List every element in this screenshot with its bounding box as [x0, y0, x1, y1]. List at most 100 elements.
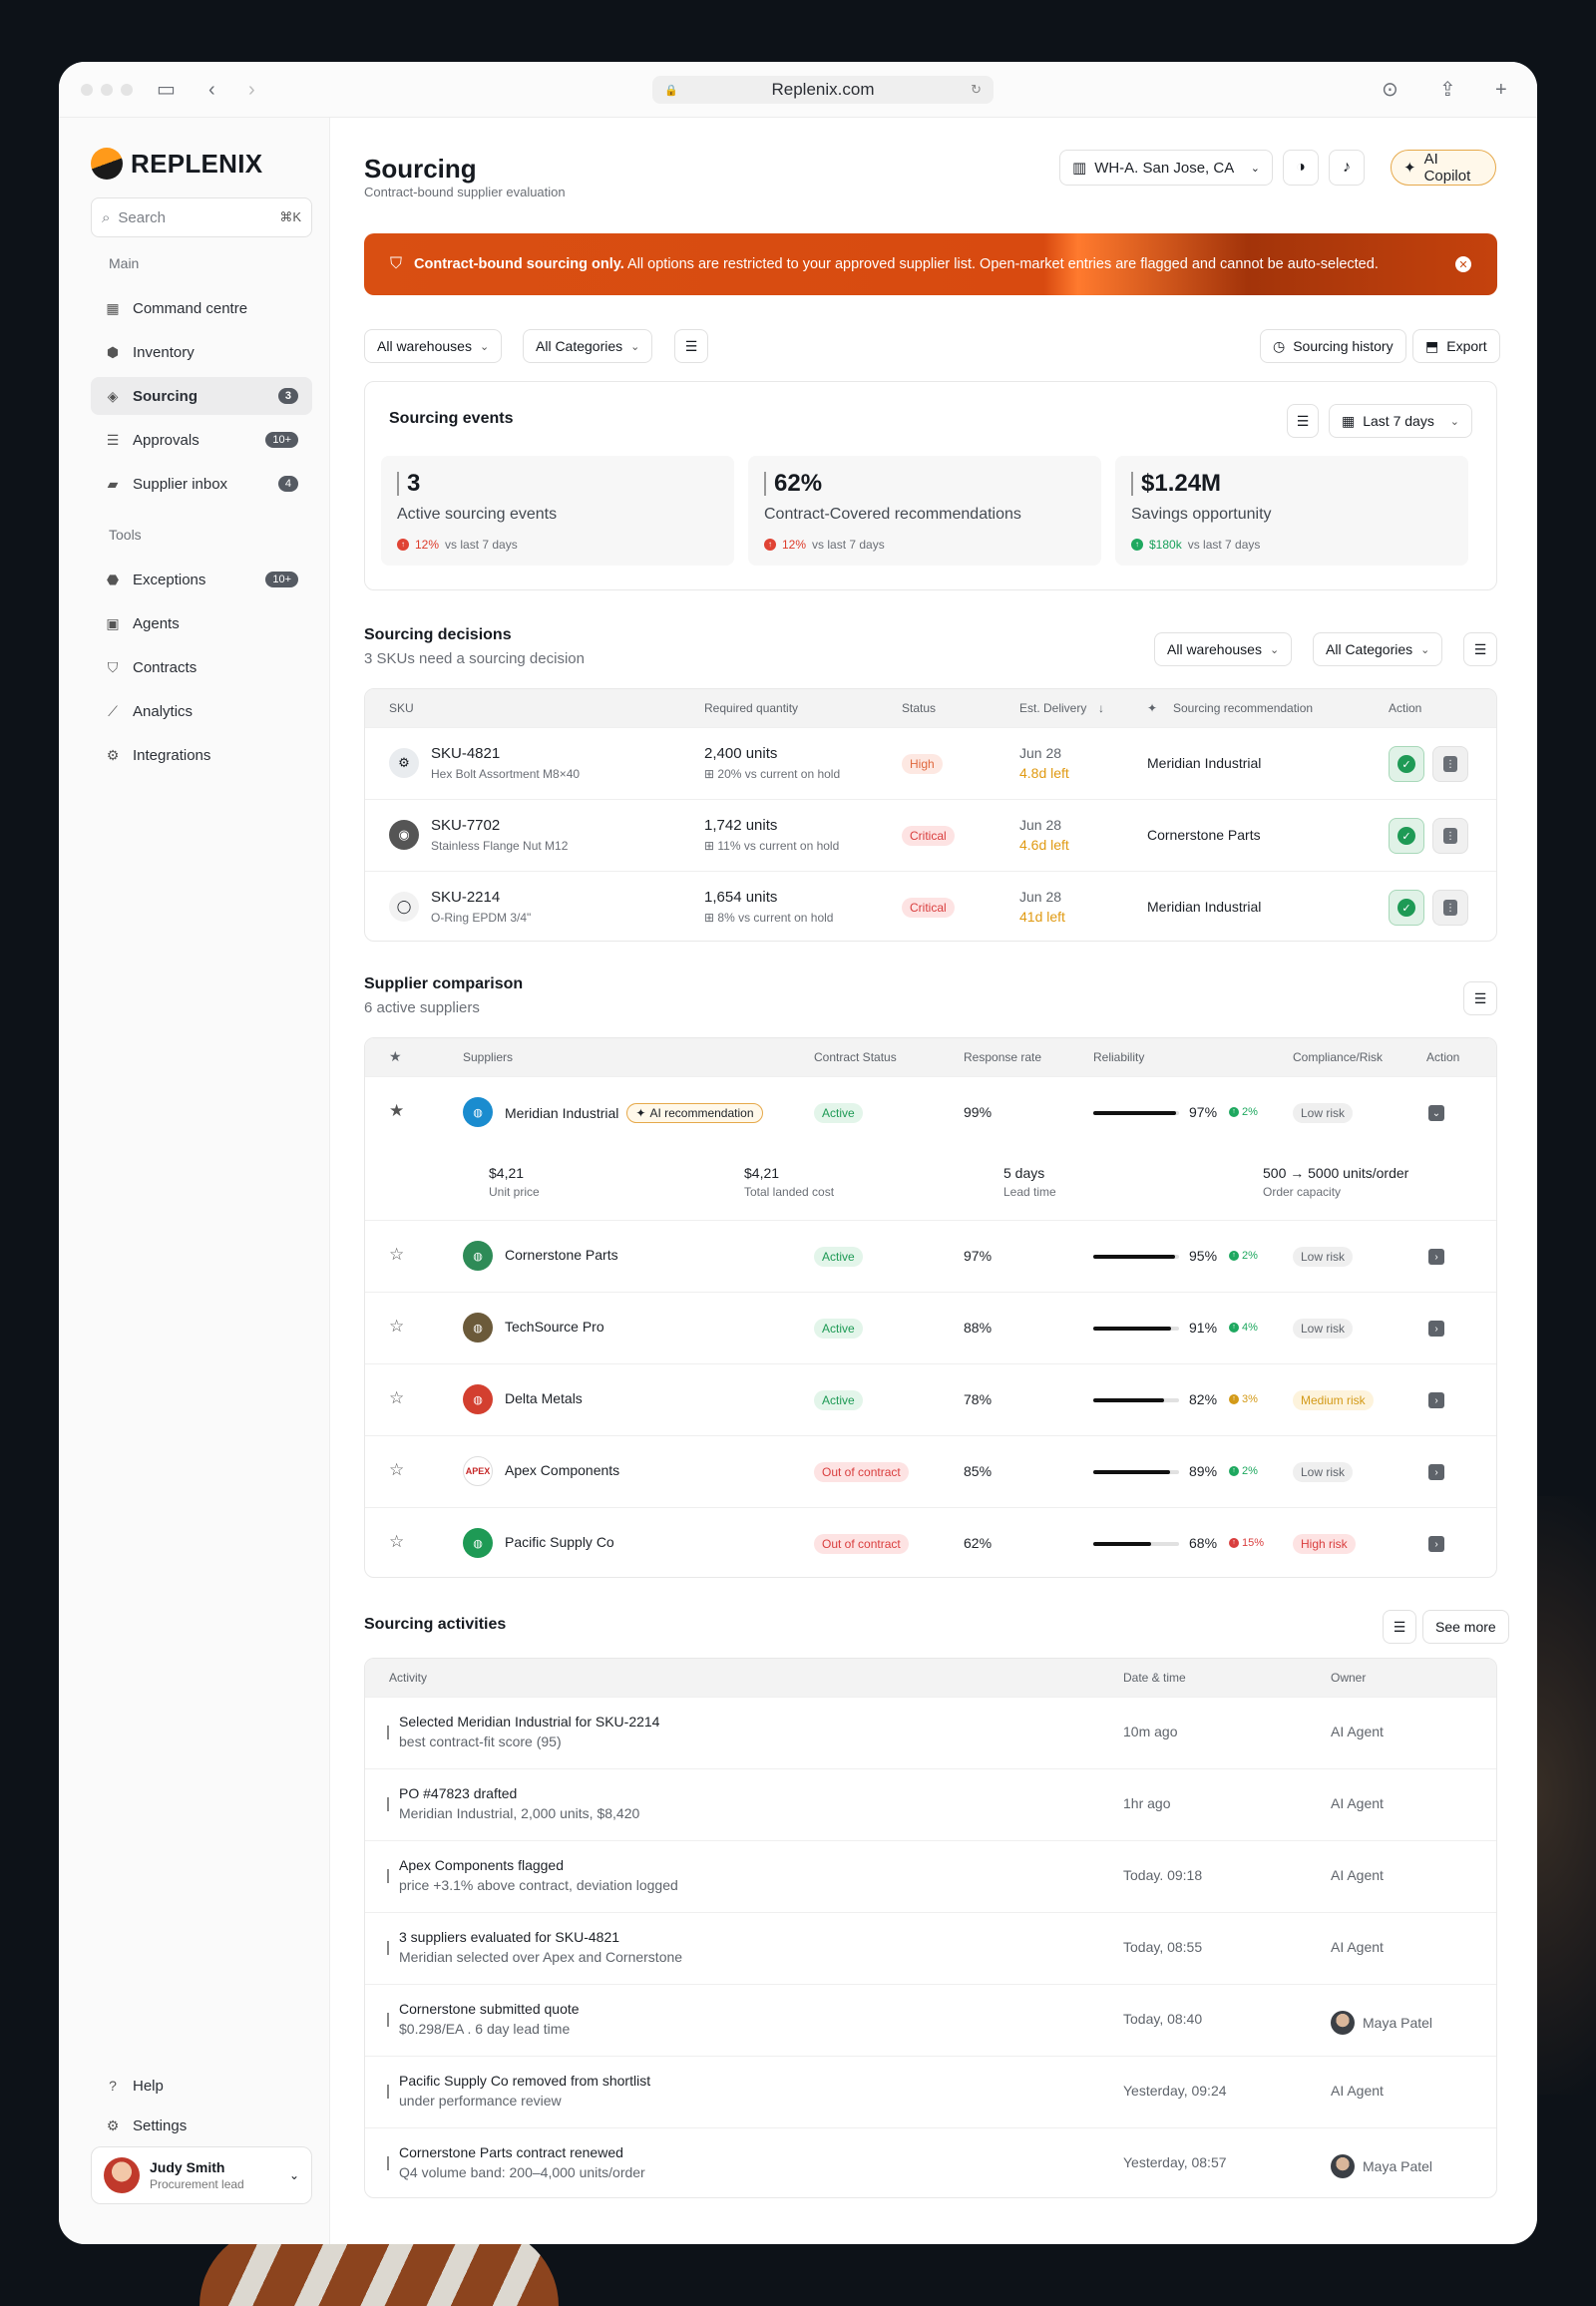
table-row[interactable]: ☆ ◍ TechSource Pro Active 88% 91% ↑ 4% Low risk ›: [365, 1292, 1496, 1363]
warehouse-selector[interactable]: ▥ WH-A. San Jose, CA ⌄: [1059, 150, 1273, 186]
events-filter-button[interactable]: ☰: [1287, 404, 1319, 438]
list-item[interactable]: 3 suppliers evaluated for SKU-4821 Meridi…: [365, 1912, 1496, 1984]
chevron-down-icon[interactable]: ⌄: [1428, 1105, 1444, 1121]
col-delivery[interactable]: Est. Delivery: [1019, 701, 1086, 715]
search-input[interactable]: ⌕ Search ⌘K: [91, 197, 312, 237]
hold-value: 11%: [717, 839, 741, 853]
more-button[interactable]: ⋮: [1432, 818, 1468, 854]
supplier-name-text: TechSource Pro: [505, 1319, 604, 1335]
table-row[interactable]: ◉ SKU-7702 Stainless Flange Nut M12 1,74…: [365, 799, 1496, 871]
col-suppliers: Suppliers: [463, 1050, 514, 1064]
download-icon[interactable]: ⊙: [1382, 78, 1398, 102]
export-button[interactable]: ⬒ Export: [1412, 329, 1500, 363]
activities-filter-button[interactable]: ☰: [1383, 1610, 1416, 1644]
table-row[interactable]: ☆ ◍ Pacific Supply Co Out of contract 62% 68%…: [365, 1507, 1496, 1577]
window-controls[interactable]: [81, 84, 133, 96]
approve-button[interactable]: ✓: [1389, 746, 1424, 782]
brand-mark-icon: [91, 148, 123, 180]
list-item[interactable]: Pacific Supply Co removed from shortlist…: [365, 2056, 1496, 2127]
more-button[interactable]: ⋮: [1432, 746, 1468, 782]
date-range-selector[interactable]: ▦ Last 7 days ⌄: [1329, 404, 1472, 438]
delta-value: 2%: [1242, 1250, 1258, 1262]
more-button[interactable]: ⋮: [1432, 890, 1468, 926]
notifications-button[interactable]: ♪: [1329, 150, 1365, 186]
star-filter-icon[interactable]: ★: [389, 1048, 402, 1065]
star-icon[interactable]: ☆: [389, 1245, 404, 1265]
chevron-right-icon[interactable]: ›: [1428, 1392, 1444, 1408]
category-filter[interactable]: All Categories ⌄: [523, 329, 653, 363]
see-more-button[interactable]: See more: [1422, 1610, 1509, 1644]
sidebar-item-exceptions[interactable]: ⬣ Exceptions 10+: [91, 561, 312, 598]
sidebar-item-supplier-inbox[interactable]: ▰ Supplier inbox 4: [91, 465, 312, 503]
sidebar-item-settings[interactable]: ⚙ Settings: [91, 2107, 312, 2144]
chat-icon: ▰: [107, 476, 119, 492]
supplier-name[interactable]: Meridian Industrial ✦ AI recommendation: [505, 1103, 763, 1123]
new-tab-icon[interactable]: +: [1495, 78, 1507, 102]
reliability-delta: ↑ 4%: [1229, 1322, 1258, 1334]
chevron-right-icon[interactable]: ›: [1428, 1536, 1444, 1552]
supplier-name[interactable]: TechSource Pro: [505, 1319, 604, 1335]
days-left: 41d left: [1019, 909, 1065, 925]
table-row[interactable]: ⚙ SKU-4821 Hex Bolt Assortment M8×40 2,4…: [365, 727, 1496, 799]
decisions-category-filter[interactable]: All Categories ⌄: [1313, 632, 1443, 666]
sidebar-item-contracts[interactable]: ⛉ Contracts: [91, 648, 312, 686]
unit-price-label: Unit price: [489, 1185, 540, 1199]
list-item[interactable]: Selected Meridian Industrial for SKU-221…: [365, 1697, 1496, 1768]
close-icon[interactable]: ✕: [1455, 256, 1471, 272]
sidebar-item-approvals[interactable]: ☰ Approvals 10+: [91, 421, 312, 459]
supplier-name[interactable]: Pacific Supply Co: [505, 1534, 614, 1550]
share-icon[interactable]: ⇪: [1439, 78, 1456, 102]
sidebar-item-analytics[interactable]: ⟋ Analytics: [91, 692, 312, 730]
col-recommendation: Sourcing recommendation: [1173, 701, 1314, 715]
suppliers-filter-button[interactable]: ☰: [1463, 981, 1497, 1015]
list-item[interactable]: PO #47823 drafted Meridian Industrial, 2,…: [365, 1768, 1496, 1840]
approve-button[interactable]: ✓: [1389, 890, 1424, 926]
table-row[interactable]: ☆ APEX Apex Components Out of contract 85% 89…: [365, 1435, 1496, 1507]
sourcing-history-button[interactable]: ◷ Sourcing history: [1260, 329, 1406, 363]
table-row[interactable]: ☆ ◍ Delta Metals Active 78% 82% ↑ 3% Medium risk…: [365, 1363, 1496, 1435]
table-row[interactable]: ☆ ◍ Cornerstone Parts Active 97% 95% ↑ 2% Low ri…: [365, 1220, 1496, 1292]
star-icon[interactable]: ☆: [389, 1460, 404, 1480]
forward-icon[interactable]: ›: [248, 78, 255, 102]
sidebar-item-integrations[interactable]: ⚙ Integrations: [91, 736, 312, 774]
warehouse-filter[interactable]: All warehouses ⌄: [364, 329, 503, 363]
chevron-right-icon[interactable]: ›: [1428, 1321, 1444, 1337]
table-row[interactable]: ★ ◍ Meridian Industrial ✦ AI recommendation A…: [365, 1076, 1496, 1220]
brand-logo[interactable]: REPLENIX: [91, 148, 262, 180]
status-badge: Critical: [902, 898, 955, 918]
sidebar-item-inventory[interactable]: ⬢ Inventory: [91, 333, 312, 371]
decisions-filter-button[interactable]: ☰: [1463, 632, 1497, 666]
list-item[interactable]: Apex Components flagged price +3.1% above…: [365, 1840, 1496, 1912]
supplier-name[interactable]: Apex Components: [505, 1462, 619, 1478]
approve-button[interactable]: ✓: [1389, 818, 1424, 854]
table-row[interactable]: ◯ SKU-2214 O-Ring EPDM 3/4" 1,654 units …: [365, 871, 1496, 941]
sidebar-toggle-icon[interactable]: ▭: [157, 78, 176, 102]
star-icon[interactable]: ☆: [389, 1317, 404, 1337]
star-icon[interactable]: ★: [389, 1101, 404, 1121]
supplier-name[interactable]: Cornerstone Parts: [505, 1247, 618, 1263]
chevron-right-icon[interactable]: ›: [1428, 1464, 1444, 1480]
star-icon[interactable]: ☆: [389, 1532, 404, 1552]
star-icon[interactable]: ☆: [389, 1388, 404, 1408]
decisions-warehouse-filter[interactable]: All warehouses ⌄: [1154, 632, 1293, 666]
back-icon[interactable]: ‹: [208, 78, 215, 102]
sidebar-item-sourcing[interactable]: ◈ Sourcing 3: [91, 377, 312, 415]
supplier-name[interactable]: Delta Metals: [505, 1390, 583, 1406]
agent-icon-button[interactable]: ◑: [1283, 150, 1319, 186]
user-menu[interactable]: Judy Smith Procurement lead ⌄: [91, 2146, 312, 2204]
ai-copilot-button[interactable]: ✦ AI Copilot: [1391, 150, 1496, 186]
page-title: Sourcing: [364, 154, 477, 184]
nav-label: Command centre: [133, 299, 248, 317]
list-item[interactable]: Cornerstone submitted quote $0.298/EA . 6…: [365, 1984, 1496, 2056]
filter-button[interactable]: ☰: [674, 329, 708, 363]
sidebar-item-command-centre[interactable]: ▦ Command centre: [91, 289, 312, 327]
sidebar-item-help[interactable]: ? Help: [91, 2067, 312, 2105]
owner-name: AI Agent: [1331, 1795, 1384, 1811]
address-bar[interactable]: 🔒 Replenix.com ↻: [652, 76, 994, 104]
reload-icon[interactable]: ↻: [971, 82, 982, 98]
sidebar-item-agents[interactable]: ▣ Agents: [91, 604, 312, 642]
activity-marker: [387, 1869, 389, 1883]
list-item[interactable]: Cornerstone Parts contract renewed Q4 vol…: [365, 2127, 1496, 2197]
chevron-right-icon[interactable]: ›: [1428, 1249, 1444, 1265]
sort-down-icon[interactable]: ↓: [1098, 701, 1104, 715]
